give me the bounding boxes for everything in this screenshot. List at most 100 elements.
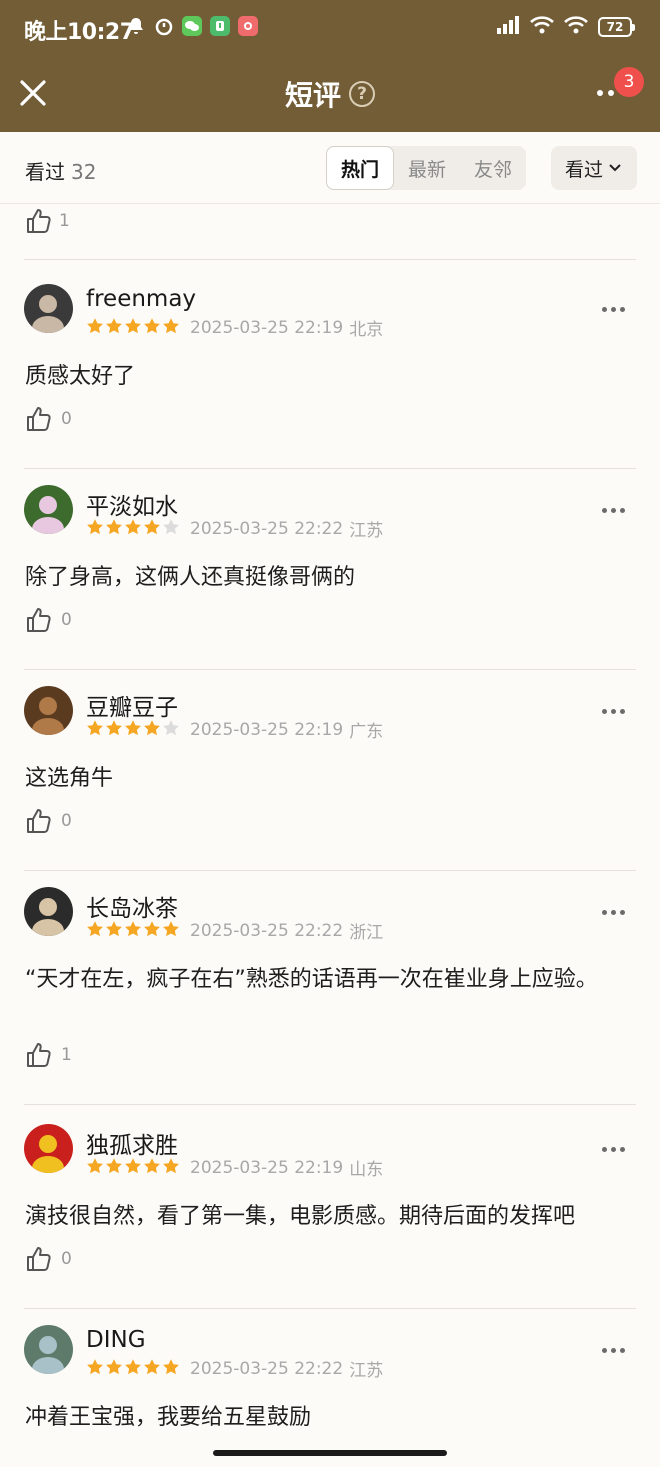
like-button[interactable]: 0 <box>25 405 72 433</box>
watched-label: 看过 <box>25 160 65 184</box>
battery-indicator: 72 <box>598 17 635 37</box>
signal-icon <box>496 16 520 38</box>
tab-latest[interactable]: 最新 <box>394 146 460 190</box>
review-location: 北京 <box>349 320 384 340</box>
thumb-up-icon <box>27 608 51 632</box>
like-button[interactable]: 0 <box>25 807 72 835</box>
like-count: 1 <box>61 1045 72 1065</box>
wifi-icon <box>530 16 554 38</box>
header: 短评 ? 3 <box>0 56 660 132</box>
star-filled-icon <box>86 1157 104 1179</box>
watched-count: 看过 32 <box>25 156 96 185</box>
review-more-button[interactable] <box>602 505 628 515</box>
star-filled-icon <box>86 317 104 339</box>
rating-stars <box>86 317 180 339</box>
like-button[interactable]: 1 <box>25 206 70 236</box>
review-text: 除了身高，这俩人还真挺像哥俩的 <box>25 565 356 590</box>
status-system-icons: 72 <box>496 16 635 38</box>
rating-stars <box>86 1358 180 1380</box>
timer-icon <box>154 16 174 36</box>
review-time: 2025-03-25 22:19 <box>190 719 344 740</box>
tab-friends[interactable]: 友邻 <box>460 146 526 190</box>
help-icon[interactable]: ? <box>349 81 375 107</box>
filter-bar: 看过 32 热门 最新 友邻 看过 <box>0 132 660 204</box>
notification-badge: 3 <box>614 67 644 97</box>
review-more-button[interactable] <box>602 1144 628 1154</box>
thumb-up-icon <box>27 1247 51 1271</box>
star-filled-icon <box>124 719 142 741</box>
chevron-down-icon <box>609 164 621 172</box>
review-more-button[interactable] <box>602 907 628 917</box>
divider <box>24 1104 636 1105</box>
star-filled-icon <box>143 719 161 741</box>
star-empty-icon <box>162 518 180 540</box>
review-location: 江苏 <box>349 1361 384 1381</box>
review-time: 2025-03-25 22:22 <box>190 920 344 941</box>
review-meta: 2025-03-25 22:22 江苏 <box>86 1356 383 1381</box>
review-username[interactable]: freenmay <box>86 286 196 312</box>
thumb-up-icon <box>27 209 51 233</box>
rating-stars <box>86 920 180 942</box>
star-empty-icon <box>162 719 180 741</box>
avatar[interactable] <box>24 686 73 735</box>
thumb-up-icon <box>27 1043 51 1067</box>
divider <box>24 468 636 469</box>
tab-hot[interactable]: 热门 <box>326 146 394 190</box>
review-location: 浙江 <box>349 923 384 943</box>
avatar[interactable] <box>24 1325 73 1374</box>
review-time: 2025-03-25 22:22 <box>190 1358 344 1379</box>
dropdown-label: 看过 <box>564 158 603 181</box>
star-filled-icon <box>105 920 123 942</box>
review-more-button[interactable] <box>602 706 628 716</box>
avatar[interactable] <box>24 485 73 534</box>
star-filled-icon <box>86 920 104 942</box>
review-location: 广东 <box>349 722 384 742</box>
rating-stars <box>86 1157 180 1179</box>
like-button[interactable]: 1 <box>25 1041 72 1069</box>
divider <box>24 259 636 260</box>
review-location: 江苏 <box>349 521 384 541</box>
home-indicator <box>213 1450 447 1456</box>
review-text: “天才在左，疯子在右”熟悉的话语再一次在崔业身上应验。 <box>25 967 598 992</box>
review-more-button[interactable] <box>602 1345 628 1355</box>
page-title: 短评 <box>284 79 341 112</box>
like-button[interactable]: 0 <box>25 606 72 634</box>
star-filled-icon <box>86 518 104 540</box>
star-filled-icon <box>124 317 142 339</box>
avatar[interactable] <box>24 284 73 333</box>
star-filled-icon <box>143 1157 161 1179</box>
like-button[interactable]: 0 <box>25 1245 72 1273</box>
like-count: 0 <box>61 1249 72 1269</box>
like-count: 0 <box>61 811 72 831</box>
star-filled-icon <box>143 920 161 942</box>
review-username[interactable]: DING <box>86 1327 146 1353</box>
watched-filter-dropdown[interactable]: 看过 <box>551 146 637 190</box>
star-filled-icon <box>143 1358 161 1380</box>
star-filled-icon <box>105 317 123 339</box>
star-filled-icon <box>105 1358 123 1380</box>
review-more-button[interactable] <box>602 304 628 314</box>
wechat-icon <box>182 16 202 36</box>
bell-icon <box>126 16 146 36</box>
like-count: 0 <box>61 610 72 630</box>
star-filled-icon <box>162 317 180 339</box>
star-filled-icon <box>124 1157 142 1179</box>
app-green-icon <box>210 16 230 36</box>
review-time: 2025-03-25 22:22 <box>190 518 344 539</box>
review-text: 这选角牛 <box>25 766 114 791</box>
like-count: 1 <box>59 211 70 231</box>
app-red-icon <box>238 16 258 36</box>
watched-number: 32 <box>71 160 97 184</box>
avatar[interactable] <box>24 1124 73 1173</box>
title-group: 短评 ? <box>0 74 660 114</box>
sort-tabs: 热门 最新 友邻 <box>326 146 526 190</box>
wifi-secondary-icon <box>564 16 588 38</box>
avatar[interactable] <box>24 887 73 936</box>
review-text: 演技很自然，看了第一集，电影质感。期待后面的发挥吧 <box>25 1204 576 1229</box>
star-filled-icon <box>143 317 161 339</box>
review-meta: 2025-03-25 22:19 广东 <box>86 717 383 742</box>
rating-stars <box>86 719 180 741</box>
divider <box>24 669 636 670</box>
like-count: 0 <box>61 409 72 429</box>
star-filled-icon <box>162 920 180 942</box>
